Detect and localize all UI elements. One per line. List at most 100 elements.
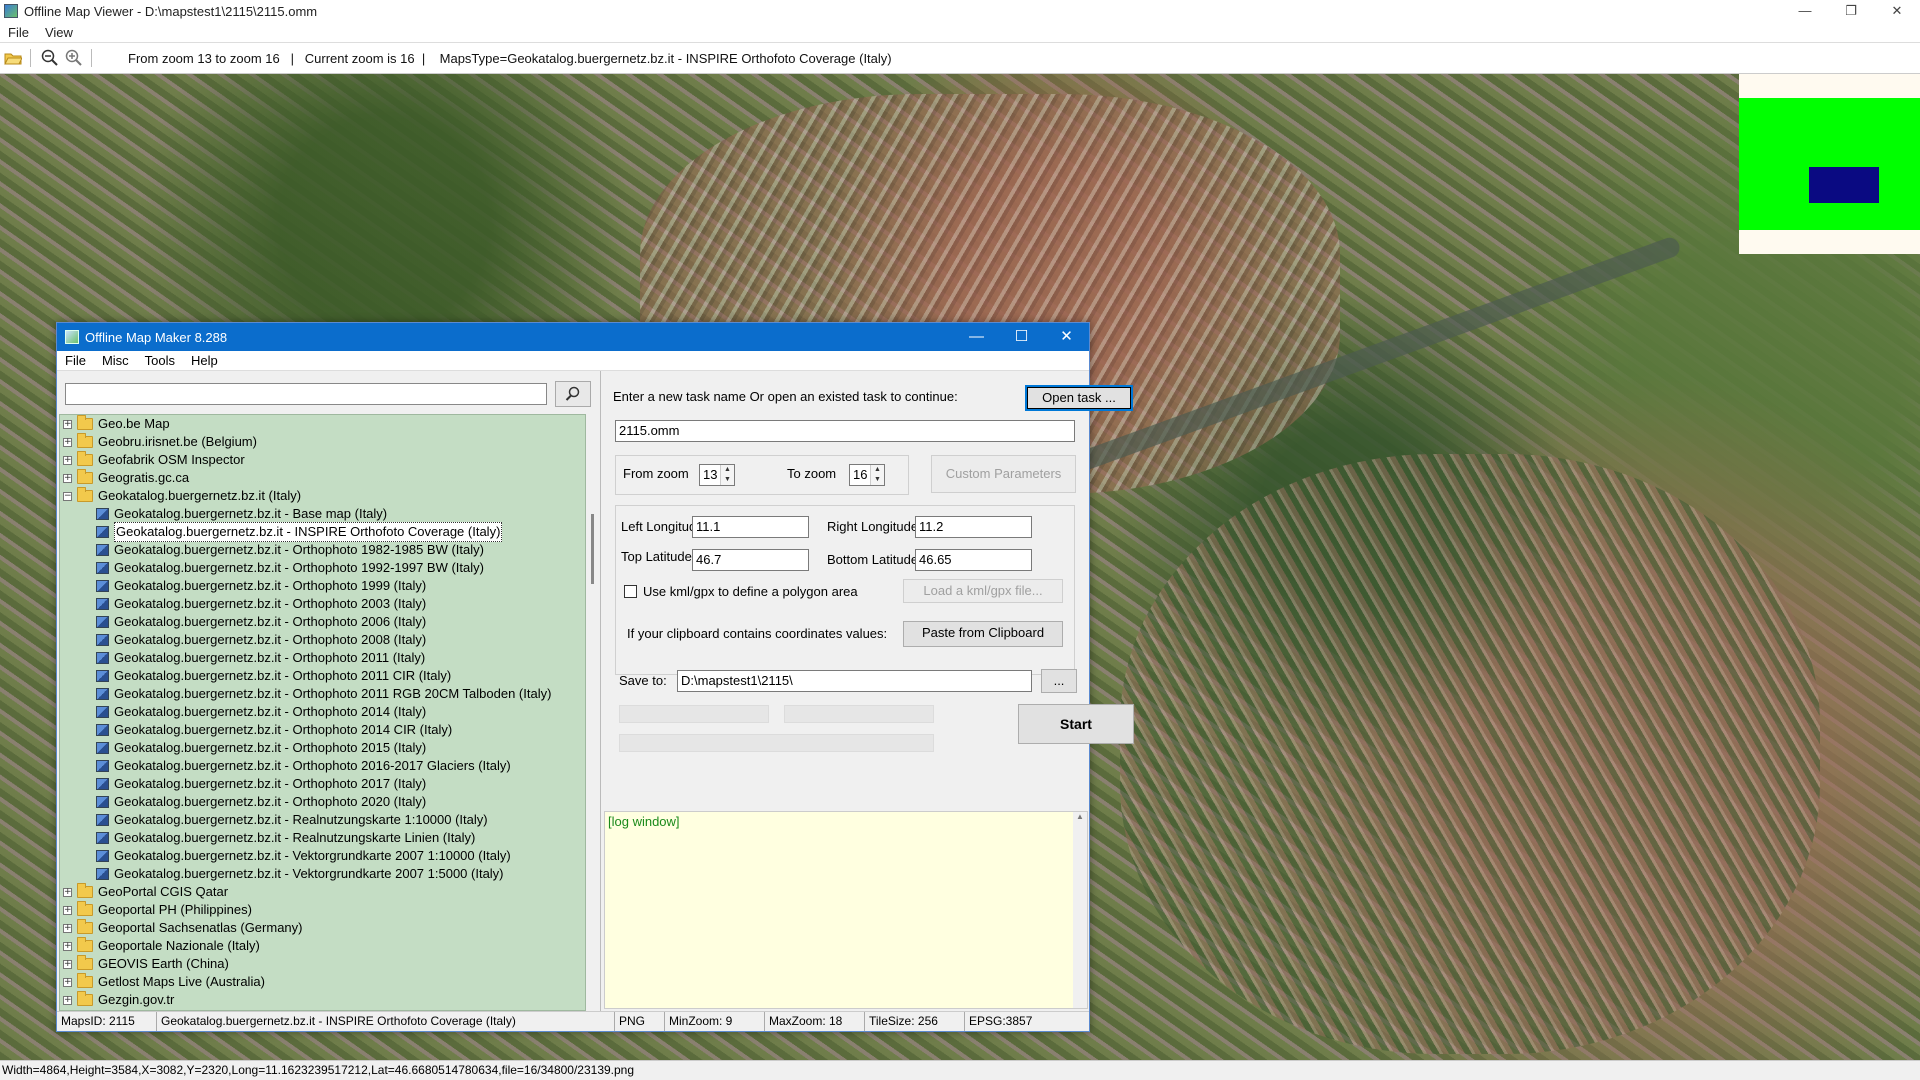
tree-folder-row[interactable]: + Getlost Maps Live (Australia) [60, 973, 585, 991]
top-latitude-input[interactable]: 46.7 [692, 549, 809, 571]
tree-folder-row[interactable]: + GeoPortal CGIS Qatar [60, 883, 585, 901]
log-text: [log window] [608, 814, 680, 829]
from-zoom-spinner[interactable]: 13 ▲ ▼ [699, 464, 735, 486]
start-button[interactable]: Start [1018, 704, 1134, 744]
to-zoom-value: 16 [853, 467, 868, 482]
map-layer-icon [96, 742, 109, 754]
omm-title-bar[interactable]: Offline Map Maker 8.288 — ☐ ✕ [57, 323, 1089, 351]
expand-icon[interactable]: + [63, 941, 72, 951]
tree-folder-row[interactable]: + GEOVIS Earth (China) [60, 955, 585, 973]
close-button[interactable]: ✕ [1874, 0, 1920, 22]
open-task-button[interactable]: Open task ... [1025, 385, 1133, 411]
left-longitude-input[interactable]: 11.1 [692, 516, 809, 538]
map-tree[interactable]: + Geo.be Map + Geobru.irisnet.be (Belgium) +… [59, 414, 586, 1011]
expand-icon[interactable]: + [63, 437, 72, 447]
expand-icon[interactable]: + [63, 905, 72, 915]
omm-maximize-button[interactable]: ☐ [999, 323, 1044, 351]
expand-icon[interactable]: + [63, 923, 72, 933]
omm-menu-bar: File Misc Tools Help [57, 351, 1089, 371]
minimize-button[interactable]: — [1782, 0, 1828, 22]
log-scrollbar[interactable]: ▲ [1073, 812, 1087, 1008]
omm-menu-file[interactable]: File [57, 353, 94, 368]
progress-bar-2 [784, 705, 934, 723]
search-input[interactable] [65, 383, 547, 405]
omm-menu-tools[interactable]: Tools [137, 353, 183, 368]
overview-viewport[interactable] [1809, 167, 1879, 203]
tree-item-label: Geokatalog.buergernetz.bz.it - INSPIRE O… [114, 522, 503, 542]
menu-view[interactable]: View [37, 25, 81, 40]
tree-folder-row[interactable]: + Geoportale Nazionale (Italy) [60, 937, 585, 955]
expand-icon[interactable]: + [63, 887, 72, 897]
tree-map-row[interactable]: Geokatalog.buergernetz.bz.it - Orthophot… [60, 577, 585, 595]
omm-minimize-button[interactable]: — [954, 323, 999, 351]
tree-map-row[interactable]: Geokatalog.buergernetz.bz.it - Orthophot… [60, 649, 585, 667]
tree-map-row[interactable]: Geokatalog.buergernetz.bz.it - Orthophot… [60, 739, 585, 757]
collapse-icon[interactable]: − [63, 491, 72, 501]
menu-file[interactable]: File [0, 25, 37, 40]
tree-map-row[interactable]: Geokatalog.buergernetz.bz.it - Orthophot… [60, 541, 585, 559]
omm-menu-help[interactable]: Help [183, 353, 226, 368]
tree-map-row[interactable]: Geokatalog.buergernetz.bz.it - Orthophot… [60, 757, 585, 775]
kml-checkbox[interactable] [624, 585, 637, 598]
tree-map-row[interactable]: Geokatalog.buergernetz.bz.it - Orthophot… [60, 685, 585, 703]
tree-scrollbar[interactable] [587, 414, 599, 1011]
expand-icon[interactable]: + [63, 455, 72, 465]
paste-clipboard-button[interactable]: Paste from Clipboard [903, 621, 1063, 647]
tree-map-row[interactable]: Geokatalog.buergernetz.bz.it - Orthophot… [60, 703, 585, 721]
tree-map-row[interactable]: Geokatalog.buergernetz.bz.it - INSPIRE O… [60, 522, 585, 542]
load-kml-button[interactable]: Load a kml/gpx file... [903, 579, 1063, 603]
omm-close-button[interactable]: ✕ [1044, 323, 1089, 351]
tree-folder-row[interactable]: − Geokatalog.buergernetz.bz.it (Italy) [60, 487, 585, 505]
tree-map-row[interactable]: Geokatalog.buergernetz.bz.it - Orthophot… [60, 631, 585, 649]
tree-map-row[interactable]: Geokatalog.buergernetz.bz.it - Realnutzu… [60, 811, 585, 829]
log-window[interactable]: [log window] ▲ [604, 811, 1088, 1009]
bottom-latitude-input[interactable]: 46.65 [915, 549, 1032, 571]
to-zoom-spinner[interactable]: 16 ▲ ▼ [849, 464, 885, 486]
right-longitude-input[interactable]: 11.2 [915, 516, 1032, 538]
tree-map-row[interactable]: Geokatalog.buergernetz.bz.it - Orthophot… [60, 775, 585, 793]
restore-button[interactable]: ❐ [1828, 0, 1874, 22]
expand-icon[interactable]: + [63, 995, 72, 1005]
tree-map-row[interactable]: Geokatalog.buergernetz.bz.it - Orthophot… [60, 667, 585, 685]
search-button[interactable] [555, 381, 591, 407]
expand-icon[interactable]: + [63, 419, 72, 429]
tree-map-row[interactable]: Geokatalog.buergernetz.bz.it - Orthophot… [60, 613, 585, 631]
tree-map-row[interactable]: Geokatalog.buergernetz.bz.it - Orthophot… [60, 559, 585, 577]
expand-icon[interactable]: + [63, 977, 72, 987]
toolbar-separator [30, 49, 31, 67]
tree-folder-row[interactable]: + Geofabrik OSM Inspector [60, 451, 585, 469]
tree-folder-row[interactable]: + Geo.be Map [60, 415, 585, 433]
omm-menu-misc[interactable]: Misc [94, 353, 137, 368]
open-folder-icon[interactable] [2, 47, 24, 69]
tree-map-row[interactable]: Geokatalog.buergernetz.bz.it - Orthophot… [60, 793, 585, 811]
tree-folder-row[interactable]: + Gezgin.gov.tr [60, 991, 585, 1009]
tree-item-label: GEOVIS Earth (China) [98, 956, 229, 971]
map-layer-icon [96, 544, 109, 556]
tree-map-row[interactable]: Geokatalog.buergernetz.bz.it - Base map … [60, 505, 585, 523]
tree-map-row[interactable]: Geokatalog.buergernetz.bz.it - Orthophot… [60, 595, 585, 613]
save-to-input[interactable]: D:\mapstest1\2115\ [677, 670, 1032, 692]
tree-map-row[interactable]: Geokatalog.buergernetz.bz.it - Orthophot… [60, 721, 585, 739]
scroll-up-icon[interactable]: ▲ [1076, 812, 1084, 821]
tree-folder-row[interactable]: + Geobru.irisnet.be (Belgium) [60, 433, 585, 451]
task-name-input[interactable]: 2115.omm [615, 420, 1075, 442]
tree-map-row[interactable]: Geokatalog.buergernetz.bz.it - Vektorgru… [60, 847, 585, 865]
tree-folder-row[interactable]: + Geoportal PH (Philippines) [60, 901, 585, 919]
tree-map-row[interactable]: Geokatalog.buergernetz.bz.it - Vektorgru… [60, 865, 585, 883]
tree-map-row[interactable]: Geokatalog.buergernetz.bz.it - Realnutzu… [60, 829, 585, 847]
folder-icon [77, 451, 93, 466]
expand-icon[interactable]: + [63, 959, 72, 969]
zoom-out-icon[interactable] [39, 47, 61, 69]
spinner-arrows-icon[interactable]: ▲ ▼ [720, 465, 734, 485]
tree-folder-row[interactable]: + Geogratis.gc.ca [60, 469, 585, 487]
custom-parameters-button[interactable]: Custom Parameters [931, 455, 1076, 493]
status-map-name: Geokatalog.buergernetz.bz.it - INSPIRE O… [157, 1012, 615, 1031]
map-layer-icon [96, 562, 109, 574]
spinner-arrows-icon[interactable]: ▲ ▼ [870, 465, 884, 485]
tree-scroll-thumb[interactable] [591, 514, 594, 584]
zoom-in-icon[interactable] [63, 47, 85, 69]
overview-map[interactable] [1739, 74, 1920, 254]
tree-folder-row[interactable]: + Geoportal Sachsenatlas (Germany) [60, 919, 585, 937]
expand-icon[interactable]: + [63, 473, 72, 483]
browse-button[interactable]: ... [1041, 669, 1077, 693]
